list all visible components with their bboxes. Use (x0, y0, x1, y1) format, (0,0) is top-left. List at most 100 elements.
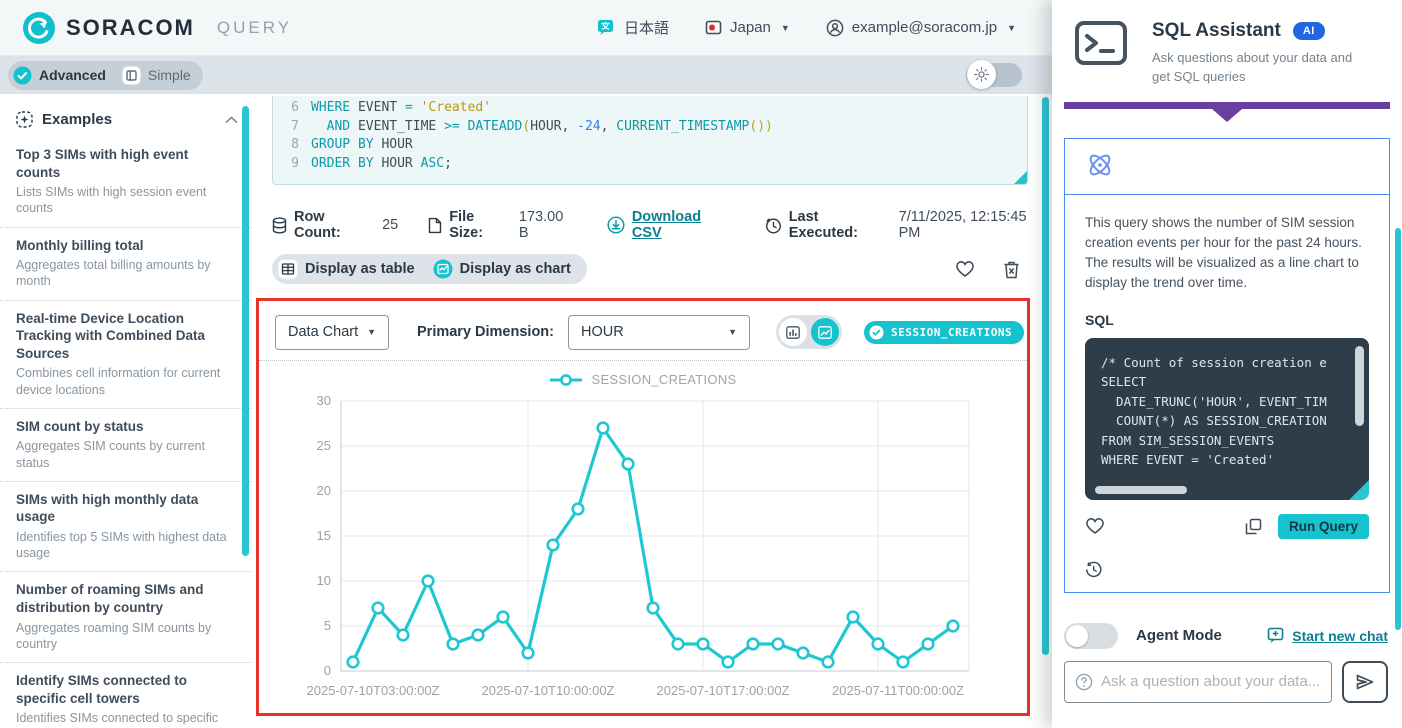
ask-question-input[interactable] (1101, 673, 1321, 690)
bar-chart-toggle-button[interactable] (779, 318, 807, 346)
assistant-sql-code-block[interactable]: /* Count of session creation eSELECT DAT… (1085, 338, 1369, 500)
favorite-suggestion-button[interactable] (1085, 517, 1105, 535)
primary-dimension-select[interactable]: HOUR ▼ (568, 315, 750, 350)
assistant-history-row (1085, 561, 1369, 578)
code-vertical-scrollbar[interactable] (1355, 346, 1364, 426)
clock-icon (765, 217, 782, 234)
chart-legend: SESSION_CREATIONS (259, 372, 1027, 387)
agent-mode-row: Agent Mode Start new chat (1064, 623, 1388, 649)
simple-label: Simple (148, 67, 191, 83)
last-executed-label: Last Executed: (789, 209, 892, 241)
chart-icon (433, 259, 453, 279)
new-chat-icon (1267, 627, 1285, 644)
send-button[interactable] (1342, 661, 1388, 703)
download-icon (607, 216, 625, 234)
mode-advanced[interactable]: Advanced (13, 66, 106, 85)
heart-icon (955, 260, 975, 278)
example-title: Identify SIMs connected to specific cell… (16, 672, 236, 707)
main-scrollbar[interactable] (1042, 97, 1049, 655)
history-clock-icon (1085, 561, 1102, 578)
legend-label: SESSION_CREATIONS (591, 372, 736, 387)
display-as-chart[interactable]: Display as chart (433, 259, 571, 279)
account-menu[interactable]: example@soracom.jp ▼ (826, 19, 1016, 37)
translate-icon (597, 19, 616, 37)
copy-sql-button[interactable] (1245, 518, 1262, 535)
assistant-code-line: FROM SIM_SESSION_EVENTS (1101, 431, 1353, 451)
code-horizontal-scrollbar[interactable] (1095, 486, 1187, 494)
code-resize-handle[interactable] (1349, 480, 1369, 500)
sidebar-example-item[interactable]: SIM count by statusAggregates SIM counts… (0, 409, 252, 482)
favorite-query-button[interactable] (955, 260, 975, 278)
last-executed: Last Executed: 7/11/2025, 12:15:45 PM (765, 209, 1052, 241)
user-icon (826, 19, 844, 37)
heart-icon (1085, 517, 1105, 535)
delete-result-button[interactable] (1003, 260, 1020, 279)
sidebar-scrollbar[interactable] (242, 106, 249, 556)
row-count-label: Row Count: (294, 209, 375, 241)
sql-editor[interactable]: 6WHERE EVENT = 'Created'7 AND EVENT_TIME… (272, 96, 1028, 185)
example-title: SIMs with high monthly data usage (16, 491, 236, 526)
download-csv[interactable]: Download CSV (607, 209, 735, 241)
soracom-logo-icon (22, 11, 56, 45)
agent-mode-toggle[interactable] (1064, 623, 1118, 649)
series-pill-session-creations[interactable]: SESSION_CREATIONS (864, 321, 1024, 344)
ask-input-wrapper (1064, 661, 1332, 703)
sidebar-example-item[interactable]: Identify SIMs connected to specific cell… (0, 663, 252, 728)
file-size-label: File Size: (449, 209, 512, 241)
app-title: QUERY (217, 18, 292, 38)
sidebar-example-item[interactable]: Number of roaming SIMs and distribution … (0, 572, 252, 663)
mode-bar: Advanced Simple (0, 56, 1052, 94)
ai-atom-icon (1085, 151, 1115, 179)
session-creations-chart: 0510152025302025-07-10T03:00:00Z2025-07-… (269, 389, 1019, 705)
example-title: Top 3 SIMs with high event counts (16, 146, 236, 181)
assistant-response-card: This query shows the number of SIM sessi… (1064, 138, 1390, 593)
start-new-chat-link[interactable]: Start new chat (1267, 627, 1388, 644)
examples-section-header[interactable]: Examples (0, 102, 252, 137)
assistant-code-line: DATE_TRUNC('HOUR', EVENT_TIM (1101, 392, 1353, 412)
chart-type-select[interactable]: Data Chart ▼ (275, 315, 389, 350)
download-csv-link[interactable]: Download CSV (632, 209, 735, 241)
assistant-code-line: /* Count of session creation e (1101, 353, 1353, 373)
account-label: example@soracom.jp (852, 19, 997, 36)
example-description: Identifies SIMs connected to specific ar… (16, 710, 236, 728)
example-description: Lists SIMs with high session event count… (16, 184, 236, 217)
example-title: Real-time Device Location Tracking with … (16, 310, 236, 363)
language-selector[interactable]: 日本語 (597, 17, 669, 38)
mode-simple[interactable]: Simple (122, 66, 191, 85)
display-as-table[interactable]: Display as table (278, 259, 415, 279)
topbar-right: 日本語 Japan ▼ example@sorac (597, 17, 1016, 38)
question-circle-icon (1075, 673, 1093, 691)
editor-line: 6WHERE EVENT = 'Created' (277, 99, 1017, 118)
check-circle-icon (13, 66, 32, 85)
trash-icon (1003, 260, 1020, 279)
theme-toggle[interactable] (966, 63, 1022, 87)
sidebar-example-item[interactable]: Top 3 SIMs with high event countsLists S… (0, 137, 252, 228)
history-icon[interactable] (1085, 561, 1369, 578)
svg-text:2025-07-10T03:00:00Z: 2025-07-10T03:00:00Z (307, 683, 440, 698)
last-executed-value: 7/11/2025, 12:15:45 PM (899, 209, 1052, 241)
japan-flag-icon (705, 20, 722, 36)
assistant-scrollbar[interactable] (1395, 228, 1401, 630)
brand[interactable]: SORACOM QUERY (22, 11, 292, 45)
editor-resize-handle[interactable] (1014, 171, 1027, 184)
assistant-subtitle: Ask questions about your data and get SQ… (1152, 49, 1367, 87)
sidebar-example-item[interactable]: Monthly billing totalAggregates total bi… (0, 228, 252, 301)
sidebar-example-item[interactable]: Real-time Device Location Tracking with … (0, 301, 252, 409)
example-title: Monthly billing total (16, 237, 236, 255)
sidebar-example-item[interactable]: SIMs with high monthly data usageIdentif… (0, 482, 252, 573)
svg-text:2025-07-11T00:00:00Z: 2025-07-11T00:00:00Z (832, 683, 964, 698)
example-description: Aggregates SIM counts by current status (16, 438, 236, 471)
editor-line: 9ORDER BY HOUR ASC; (277, 155, 1017, 174)
line-chart-toggle-button[interactable] (811, 318, 839, 346)
assistant-code-lines: /* Count of session creation eSELECT DAT… (1101, 353, 1353, 470)
svg-text:20: 20 (317, 483, 331, 498)
svg-text:25: 25 (317, 438, 331, 453)
region-selector[interactable]: Japan ▼ (705, 19, 790, 36)
primary-dimension-label: Primary Dimension: (417, 324, 554, 340)
run-query-button[interactable]: Run Query (1278, 514, 1369, 539)
agent-mode-knob (1066, 625, 1088, 647)
examples-title: Examples (42, 111, 112, 128)
sql-editor-lines: 6WHERE EVENT = 'Created'7 AND EVENT_TIME… (277, 99, 1017, 173)
row-count-value: 25 (382, 217, 398, 233)
example-title: Number of roaming SIMs and distribution … (16, 581, 236, 616)
